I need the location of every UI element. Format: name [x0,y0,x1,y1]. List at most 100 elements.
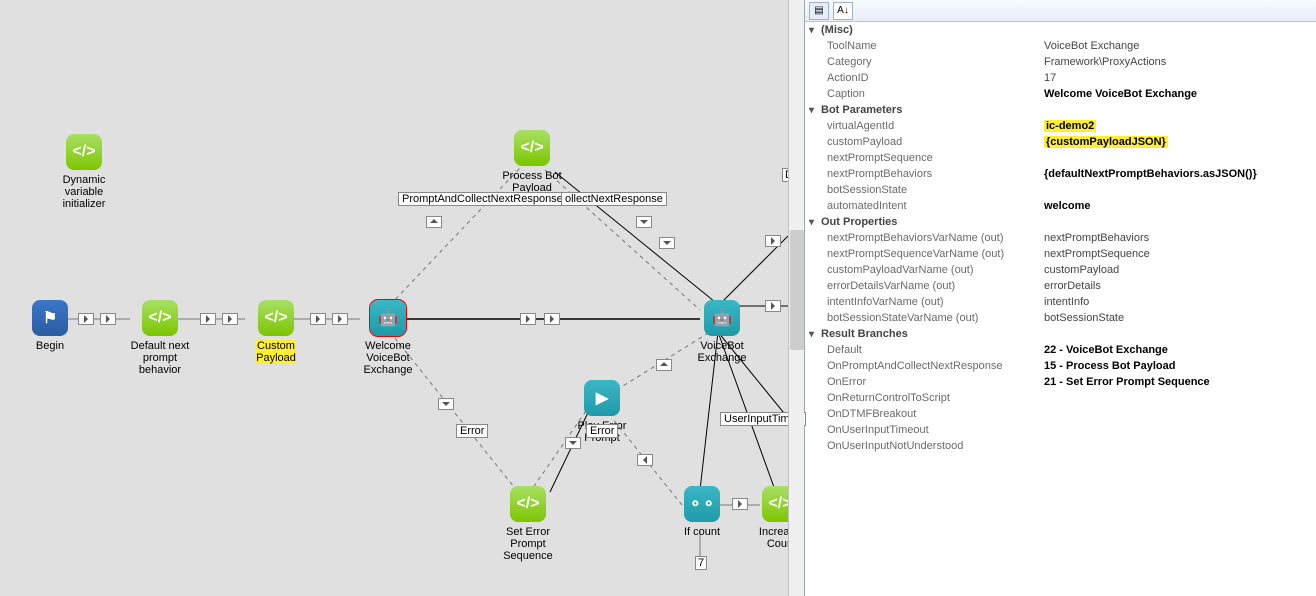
node-dynamic-variable-initializer[interactable]: </> Dynamicvariableinitializer [44,134,124,210]
property-value[interactable]: Framework\ProxyActions [1040,55,1316,69]
property-value[interactable] [1040,157,1316,159]
branch-icon: ⚬⚬ [684,486,720,522]
sort-icon: A↓ [837,5,849,16]
property-row[interactable]: intentInfoVarName (out)intentInfo [805,294,1316,310]
code-icon: </> [258,300,294,336]
node-label: Begin [36,340,64,352]
property-label: OnUserInputNotUnderstood [805,439,1040,453]
property-label: ActionID [805,71,1040,85]
property-value[interactable]: Welcome VoiceBot Exchange [1040,87,1316,101]
node-default-next-prompt-behavior[interactable]: </> Default nextpromptbehavior [120,300,200,376]
property-group-header[interactable]: ▾Result Branches [805,326,1316,342]
property-row[interactable]: OnUserInputTimeout [805,422,1316,438]
play-icon: ▶ [584,380,620,416]
property-value[interactable]: nextPromptBehaviors [1040,231,1316,245]
property-row[interactable]: nextPromptSequenceVarName (out)nextPromp… [805,246,1316,262]
sort-button[interactable]: A↓ [833,2,853,20]
property-value[interactable] [1040,445,1316,447]
code-icon: </> [142,300,178,336]
property-value[interactable]: nextPromptSequence [1040,247,1316,261]
property-grid[interactable]: ▾(Misc)ToolNameVoiceBot ExchangeCategory… [805,22,1316,596]
property-row[interactable]: botSessionStateVarName (out)botSessionSt… [805,310,1316,326]
property-value[interactable]: {customPayloadJSON} [1040,135,1316,149]
property-row[interactable]: OnDTMFBreakout [805,406,1316,422]
node-label: Set ErrorPromptSequence [503,526,553,562]
property-row[interactable]: nextPromptSequence [805,150,1316,166]
property-row[interactable]: Default22 - VoiceBot Exchange [805,342,1316,358]
property-label: botSessionState [805,183,1040,197]
property-row[interactable]: botSessionState [805,182,1316,198]
arrow-icon [656,359,672,371]
property-row[interactable]: errorDetailsVarName (out)errorDetails [805,278,1316,294]
property-value[interactable]: botSessionState [1040,311,1316,325]
property-row[interactable]: nextPromptBehaviors{defaultNextPromptBeh… [805,166,1316,182]
flag-icon: ⚑ [32,300,68,336]
chevron-down-icon: ▾ [809,105,821,116]
arrow-icon [544,313,560,325]
arrow-icon [200,313,216,325]
property-label: intentInfoVarName (out) [805,295,1040,309]
categorized-button[interactable]: ▤ [809,2,829,20]
property-row[interactable]: OnPromptAndCollectNextResponse15 - Proce… [805,358,1316,374]
property-value[interactable] [1040,429,1316,431]
group-name: Out Properties [821,216,897,228]
property-group-header[interactable]: ▾Bot Parameters [805,102,1316,118]
property-value[interactable]: {defaultNextPromptBehaviors.asJSON()} [1040,167,1316,181]
property-group-header[interactable]: ▾Out Properties [805,214,1316,230]
node-label: If count [684,526,720,538]
property-row[interactable]: nextPromptBehaviorsVarName (out)nextProm… [805,230,1316,246]
node-begin[interactable]: ⚑ Begin [10,300,90,352]
property-label: ToolName [805,39,1040,53]
property-row[interactable]: virtualAgentIdic-demo2 [805,118,1316,134]
edge-label: 7 [695,556,707,570]
node-voicebot-exchange[interactable]: 🤖 VoiceBotExchange [682,300,762,364]
property-row[interactable]: ToolNameVoiceBot Exchange [805,38,1316,54]
node-process-bot-payload[interactable]: </> Process BotPayload [492,130,572,194]
property-value[interactable]: 17 [1040,71,1316,85]
vertical-scrollbar[interactable] [788,0,804,596]
arrow-icon [100,313,116,325]
property-value[interactable] [1040,189,1316,191]
property-value[interactable]: errorDetails [1040,279,1316,293]
property-value[interactable] [1040,397,1316,399]
property-row[interactable]: OnReturnControlToScript [805,390,1316,406]
node-label: VoiceBotExchange [698,340,747,364]
property-group-header[interactable]: ▾(Misc) [805,22,1316,38]
property-value[interactable]: 15 - Process Bot Payload [1040,359,1316,373]
node-if-count[interactable]: ⚬⚬ If count [662,486,742,538]
property-label: Category [805,55,1040,69]
property-value[interactable]: customPayload [1040,263,1316,277]
property-value[interactable]: 21 - Set Error Prompt Sequence [1040,375,1316,389]
scrollbar-thumb[interactable] [790,230,804,350]
property-label: Caption [805,87,1040,101]
property-label: customPayloadVarName (out) [805,263,1040,277]
property-value[interactable]: welcome [1040,199,1316,213]
property-label: OnDTMFBreakout [805,407,1040,421]
arrow-icon [765,300,781,312]
property-row[interactable]: ActionID17 [805,70,1316,86]
property-row[interactable]: customPayloadVarName (out)customPayload [805,262,1316,278]
property-row[interactable]: CategoryFramework\ProxyActions [805,54,1316,70]
property-row[interactable]: OnError21 - Set Error Prompt Sequence [805,374,1316,390]
arrow-icon [438,398,454,410]
property-value[interactable]: VoiceBot Exchange [1040,39,1316,53]
node-welcome-voicebot-exchange[interactable]: 🤖 WelcomeVoiceBotExchange [348,300,428,376]
property-value[interactable]: 22 - VoiceBot Exchange [1040,343,1316,357]
node-set-error-prompt-sequence[interactable]: </> Set ErrorPromptSequence [488,486,568,562]
bot-icon: 🤖 [370,300,406,336]
arrow-icon [659,237,675,249]
property-label: OnReturnControlToScript [805,391,1040,405]
arrow-icon [636,216,652,228]
arrow-icon [520,313,536,325]
property-label: nextPromptSequenceVarName (out) [805,247,1040,261]
property-value[interactable]: intentInfo [1040,295,1316,309]
property-row[interactable]: OnUserInputNotUnderstood [805,438,1316,454]
property-row[interactable]: CaptionWelcome VoiceBot Exchange [805,86,1316,102]
node-custom-payload[interactable]: </> CustomPayload [236,300,316,364]
property-value[interactable] [1040,413,1316,415]
property-row[interactable]: automatedIntentwelcome [805,198,1316,214]
property-value[interactable]: ic-demo2 [1040,119,1316,133]
workflow-canvas[interactable]: ⚑ Begin </> Dynamicvariableinitializer <… [0,0,804,596]
property-label: nextPromptBehaviorsVarName (out) [805,231,1040,245]
property-row[interactable]: customPayload{customPayloadJSON} [805,134,1316,150]
